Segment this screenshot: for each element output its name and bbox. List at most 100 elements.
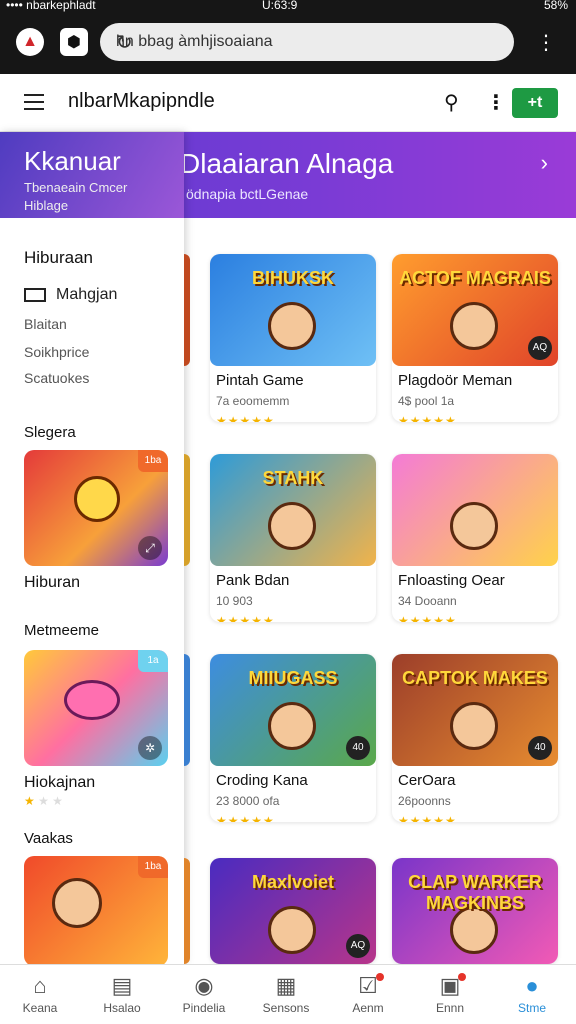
drawer-item-2[interactable]: Blaitan bbox=[24, 316, 67, 332]
banner-subtitle: ödnapia bctLGenae bbox=[186, 186, 309, 202]
game-thumbnail: ACTOF MAGRAIS AQ bbox=[392, 254, 558, 366]
game-thumbnail: MIIUGASS 40 bbox=[210, 654, 376, 766]
header-action-button[interactable]: +t bbox=[512, 88, 558, 118]
rating-stars: ★★★★★ bbox=[216, 614, 275, 622]
game-meta: 26poonns bbox=[398, 794, 451, 808]
character-icon bbox=[450, 702, 498, 750]
expand-icon[interactable]: 40 bbox=[346, 736, 370, 760]
app-logo-icon[interactable]: ▲ bbox=[16, 28, 44, 56]
expand-icon[interactable]: 40 bbox=[528, 736, 552, 760]
drawer-section-title-3: Metmeeme bbox=[24, 622, 100, 639]
game-art-title: Maxlvoiet bbox=[251, 872, 335, 892]
game-card[interactable]: CLAP WARKER MAGKINBS bbox=[392, 858, 558, 964]
bottom-nav: ⌂ Keana ▤ Hsalao ◉ Pindelia ▦ Sensons ☑ Aenm ▣ Ennn… bbox=[0, 964, 576, 1024]
character-icon bbox=[450, 302, 498, 350]
game-thumbnail: BIHUKSK bbox=[210, 254, 376, 366]
game-title: Fnloasting Oear bbox=[398, 572, 505, 589]
game-card[interactable]: BIHUKSK Pintah Game 7a eoomemm ★★★★★ bbox=[210, 254, 376, 422]
game-card[interactable]: Fnloasting Oear 34 Dooann ★★★★★ bbox=[392, 454, 558, 622]
check-square-icon: ☑ bbox=[358, 973, 378, 998]
drawer-section-title-4: Vaakas bbox=[24, 830, 73, 847]
app-title: nlbarMkapipndle bbox=[68, 90, 215, 112]
browser-menu-icon[interactable]: ⋮ bbox=[536, 30, 556, 55]
nav-item[interactable]: ⌂ Keana bbox=[0, 971, 80, 1015]
status-carrier: •••• nbarkephladt bbox=[6, 0, 96, 12]
character-icon bbox=[268, 702, 316, 750]
game-art-title: ACTOF MAGRAIS bbox=[399, 268, 551, 288]
rating-stars: ★ ★ ★ bbox=[24, 794, 63, 808]
hamburger-icon[interactable] bbox=[24, 94, 44, 110]
drawer-subtitle: Tbenaeain Cmcer bbox=[24, 180, 128, 195]
nav-label: Aenm bbox=[352, 1001, 384, 1015]
browser-toolbar: ▲ ⬢ hn bbag àmhjisoaiana ↻ ⋮ bbox=[0, 14, 576, 74]
banner-title: Dlaaiaran Alnaga bbox=[180, 148, 394, 179]
status-bar: •••• nbarkephladt U:63:9 58% bbox=[0, 0, 576, 14]
rating-stars: ★★★★★ bbox=[398, 414, 457, 422]
notification-dot bbox=[376, 973, 384, 981]
peek-card bbox=[184, 654, 190, 766]
chevron-right-icon[interactable]: › bbox=[541, 150, 548, 176]
expand-icon: ⤢ bbox=[138, 536, 162, 560]
expand-icon[interactable]: AQ bbox=[346, 934, 370, 958]
drawer-card-1[interactable]: 1ba ⤢ bbox=[24, 450, 168, 566]
search-icon[interactable]: ⚲ bbox=[444, 90, 459, 115]
drawer-card-3[interactable]: 1ba bbox=[24, 856, 168, 964]
nav-item[interactable]: ▦ Sensons bbox=[246, 971, 326, 1015]
hero-character-icon bbox=[52, 878, 102, 928]
more-icon[interactable]: ⋮ bbox=[486, 90, 506, 115]
person-icon: ● bbox=[525, 973, 539, 998]
drawer-item-3[interactable]: Soikhprice bbox=[24, 344, 89, 360]
game-thumbnail bbox=[392, 454, 558, 566]
character-icon bbox=[268, 502, 316, 550]
drawer-card-caption-2: Hiokajnan bbox=[24, 774, 96, 791]
game-card[interactable]: MIIUGASS 40 Croding Kana 23 8000 ofa ★★★★★ bbox=[210, 654, 376, 822]
url-bar[interactable]: hn bbag àmhjisoaiana ↻ bbox=[100, 23, 514, 61]
game-thumbnail: STAHK bbox=[210, 454, 376, 566]
fairy-character-icon bbox=[64, 680, 120, 720]
game-thumbnail: CAPTOK MAKES 40 bbox=[392, 654, 558, 766]
game-title: CerOara bbox=[398, 772, 456, 789]
drawer-card-2[interactable]: 1a ✲ bbox=[24, 650, 168, 766]
notification-dot bbox=[458, 973, 466, 981]
rating-stars: ★★★★★ bbox=[216, 414, 275, 422]
drawer-item-1[interactable]: Mahgjan bbox=[24, 286, 117, 304]
game-title: Croding Kana bbox=[216, 772, 308, 789]
drawer-header: Kkanuar Tbenaeain Cmcer Hiblage bbox=[0, 132, 184, 218]
nav-label: Ennn bbox=[435, 1001, 465, 1015]
expand-icon[interactable]: AQ bbox=[528, 336, 552, 360]
status-time: U:63:9 bbox=[262, 0, 298, 12]
compass-icon: ◉ bbox=[194, 973, 214, 998]
nav-label: Sensons bbox=[262, 1001, 310, 1015]
rating-stars: ★★★★★ bbox=[216, 814, 275, 822]
reload-icon[interactable]: ↻ bbox=[116, 30, 504, 55]
game-meta: 23 8000 ofa bbox=[216, 794, 280, 808]
drawer-item-4[interactable]: Scatuokes bbox=[24, 370, 89, 386]
clipboard-icon: ▤ bbox=[111, 973, 133, 998]
drawer-title: Kkanuar bbox=[24, 146, 121, 176]
game-card[interactable]: ACTOF MAGRAIS AQ Plagdoör Meman 4$ pool 1a ★… bbox=[392, 254, 558, 422]
nav-label: Stme bbox=[517, 1001, 546, 1015]
app-header: nlbarMkapipndle ⚲ ⋮ +t bbox=[0, 74, 576, 132]
nav-item[interactable]: ● Stme bbox=[492, 971, 572, 1015]
nav-item[interactable]: ▤ Hsalao bbox=[82, 971, 162, 1015]
home-icon: ⌂ bbox=[33, 973, 47, 998]
sparkle-icon: ✲ bbox=[138, 736, 162, 760]
game-card[interactable]: Maxlvoiet AQ bbox=[210, 858, 376, 964]
bookmark-icon[interactable]: ⬢ bbox=[60, 28, 88, 56]
nav-item[interactable]: ▣ Ennn bbox=[410, 971, 490, 1015]
game-title: Plagdoör Meman bbox=[398, 372, 513, 389]
peek-card bbox=[184, 454, 190, 566]
chart-icon: ▣ bbox=[439, 973, 461, 998]
game-art-title: STAHK bbox=[262, 468, 324, 488]
rating-stars: ★★★★★ bbox=[398, 814, 457, 822]
nav-item[interactable]: ◉ Pindelia bbox=[164, 971, 244, 1015]
drawer-card-caption: Hiburan bbox=[24, 574, 81, 591]
nav-item[interactable]: ☑ Aenm bbox=[328, 971, 408, 1015]
game-title: Pank Bdan bbox=[216, 572, 290, 589]
game-meta: 34 Dooann bbox=[398, 594, 457, 608]
game-card[interactable]: STAHK Pank Bdan 10 903 ★★★★★ bbox=[210, 454, 376, 622]
game-card[interactable]: CAPTOK MAKES 40 CerOara 26poonns ★★★★★ bbox=[392, 654, 558, 822]
status-battery: 58% bbox=[543, 0, 568, 12]
card-tag: 1a bbox=[138, 650, 168, 672]
game-art-title: CAPTOK MAKES bbox=[402, 668, 548, 688]
